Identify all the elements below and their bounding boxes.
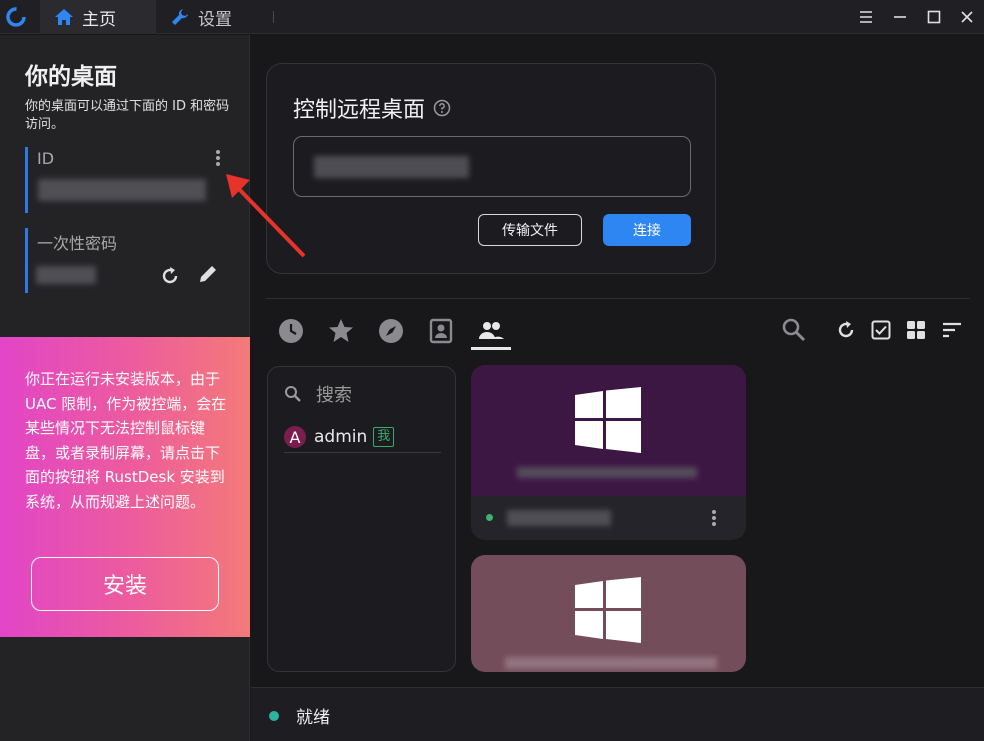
close-icon[interactable] xyxy=(956,6,978,28)
help-icon[interactable] xyxy=(433,99,451,117)
tab-settings-label: 设置 xyxy=(198,9,232,30)
refresh-icon[interactable] xyxy=(834,318,858,342)
password-label: 一次性密码 xyxy=(37,234,118,253)
id-field[interactable]: ID xyxy=(25,147,235,213)
control-remote-title-text: 控制远程桌面 xyxy=(293,98,426,123)
your-desktop-title: 你的桌面 xyxy=(25,64,117,90)
password-field[interactable]: 一次性密码 xyxy=(25,228,235,293)
install-button[interactable]: 安装 xyxy=(31,557,219,611)
search-small-icon xyxy=(285,386,301,402)
search-icon[interactable] xyxy=(780,316,808,344)
peer-hostname-redacted xyxy=(517,467,697,478)
status-dot xyxy=(269,711,279,721)
remote-id-redacted xyxy=(314,156,469,178)
discovered-icon[interactable] xyxy=(377,317,405,345)
id-value-redacted xyxy=(38,179,206,201)
transfer-file-button[interactable]: 传输文件 xyxy=(478,214,582,246)
menu-icon[interactable] xyxy=(855,6,877,28)
user-name: admin xyxy=(314,427,368,447)
minimize-icon[interactable] xyxy=(889,6,911,28)
home-icon xyxy=(55,9,73,25)
tab-home[interactable]: 主页 xyxy=(40,0,156,34)
tab-home-label: 主页 xyxy=(82,9,116,30)
tab-separator xyxy=(273,11,274,23)
edit-password-icon[interactable] xyxy=(196,262,220,286)
more-options-icon[interactable] xyxy=(215,149,221,167)
control-remote-card: 控制远程桌面 传输文件 连接 xyxy=(266,63,716,274)
status-text: 就绪 xyxy=(296,708,330,728)
user-list-item[interactable]: A admin 我 xyxy=(284,422,441,453)
remote-id-input[interactable] xyxy=(293,136,691,197)
user-search[interactable]: 搜索 xyxy=(284,381,352,407)
peer-hostname-redacted xyxy=(505,657,717,669)
select-icon[interactable] xyxy=(869,318,893,342)
favorites-icon[interactable] xyxy=(327,317,355,345)
user-search-placeholder: 搜索 xyxy=(316,385,352,406)
annotation-arrow xyxy=(226,174,306,258)
peer-card[interactable] xyxy=(471,555,746,672)
install-banner-text: 你正在运行未安装版本，由于 UAC 限制，作为被控端，会在某些情况下无法控制鼠标… xyxy=(25,370,227,511)
recent-icon[interactable] xyxy=(277,317,305,345)
active-tab-underline xyxy=(471,347,511,350)
group-icon[interactable] xyxy=(477,317,505,345)
install-banner: 你正在运行未安装版本，由于 UAC 限制，作为被控端，会在某些情况下无法控制鼠标… xyxy=(0,337,250,637)
your-desktop-panel: 你的桌面 你的桌面可以通过下面的 ID 和密码访问。 ID 一次性密码 你正在运… xyxy=(0,35,250,741)
control-remote-title: 控制远程桌面 xyxy=(293,92,451,124)
password-value-redacted xyxy=(36,266,96,284)
peer-card[interactable] xyxy=(471,365,746,540)
your-desktop-description: 你的桌面可以通过下面的 ID 和密码访问。 xyxy=(25,99,230,132)
peer-id-redacted xyxy=(507,510,611,526)
windows-logo-icon xyxy=(575,387,641,453)
grid-view-icon[interactable] xyxy=(904,318,928,342)
title-bar: 主页 设置 xyxy=(0,0,984,34)
tab-settings[interactable]: 设置 xyxy=(168,0,232,34)
status-bar: 就绪 xyxy=(251,687,984,741)
id-label: ID xyxy=(37,149,55,168)
avatar: A xyxy=(284,426,306,448)
maximize-icon[interactable] xyxy=(923,6,945,28)
sort-icon[interactable] xyxy=(940,318,964,342)
rustdesk-logo-icon xyxy=(6,7,26,27)
wrench-icon xyxy=(172,9,188,25)
online-status-dot xyxy=(486,514,493,521)
address-book-icon[interactable] xyxy=(427,317,455,345)
group-user-list: 搜索 A admin 我 xyxy=(267,366,456,672)
peer-card-preview xyxy=(471,365,746,496)
peer-more-icon[interactable] xyxy=(711,509,717,527)
connect-button[interactable]: 连接 xyxy=(603,214,691,246)
peer-card-footer xyxy=(471,496,746,540)
section-divider xyxy=(266,298,970,299)
me-badge: 我 xyxy=(373,427,395,447)
refresh-password-icon[interactable] xyxy=(158,264,182,288)
windows-logo-icon xyxy=(575,577,641,643)
